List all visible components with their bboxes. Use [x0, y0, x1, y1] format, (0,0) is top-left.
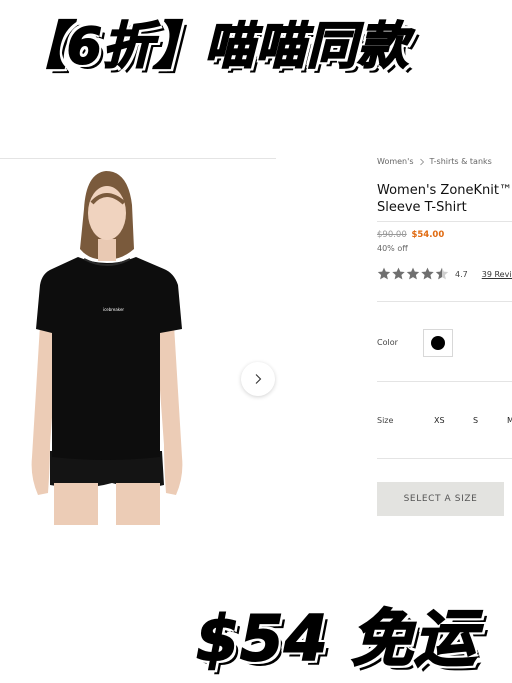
- divider: [377, 221, 512, 222]
- select-size-button[interactable]: SELECT A SIZE: [377, 482, 504, 516]
- promo-banner-bottom: $54 免运: [195, 601, 478, 676]
- divider: [0, 158, 276, 159]
- color-label: Color: [377, 338, 398, 347]
- breadcrumb: Women's T-shirts & tanks: [377, 157, 492, 166]
- rating-stars: [377, 267, 449, 280]
- size-option-m[interactable]: M: [507, 416, 512, 425]
- chevron-right-icon: [419, 158, 424, 165]
- price-row: $90.00 $54.00: [377, 230, 444, 240]
- product-title: Women's ZoneKnit™ M Sleeve T-Shirt: [377, 182, 512, 216]
- breadcrumb-item-tshirts[interactable]: T-shirts & tanks: [430, 157, 492, 166]
- star-icon: [406, 267, 420, 280]
- divider: [377, 458, 512, 459]
- rating-value: 4.7: [455, 269, 468, 279]
- product-title-line-1: Women's ZoneKnit™ M: [377, 183, 512, 198]
- size-option-xs[interactable]: XS: [434, 416, 445, 425]
- rating-row: 4.7 39 Revie: [377, 267, 512, 281]
- star-icon: [377, 267, 391, 280]
- size-option-s[interactable]: S: [473, 416, 478, 425]
- shirt-logo-text: icebreaker: [103, 307, 124, 312]
- promo-banner-top: 【6折】喵喵同款: [15, 16, 409, 76]
- divider: [377, 301, 512, 302]
- product-image: icebreaker: [0, 165, 276, 525]
- size-label: Size: [377, 416, 394, 425]
- product-title-line-2: Sleeve T-Shirt: [377, 200, 467, 215]
- reviews-link[interactable]: 39 Revie: [482, 270, 512, 279]
- color-dot: [431, 336, 445, 350]
- price-sale: $54.00: [411, 230, 445, 240]
- discount-label: 40% off: [377, 244, 408, 253]
- star-half-icon: [435, 267, 449, 280]
- price-original: $90.00: [377, 230, 407, 240]
- divider: [377, 381, 512, 382]
- star-icon: [421, 267, 434, 280]
- next-image-button[interactable]: [241, 362, 275, 396]
- model-photo: icebreaker: [31, 171, 183, 525]
- chevron-right-icon: [255, 374, 262, 384]
- star-icon: [392, 267, 405, 280]
- breadcrumb-item-womens[interactable]: Women's: [377, 157, 414, 166]
- color-swatch-black[interactable]: [423, 329, 453, 357]
